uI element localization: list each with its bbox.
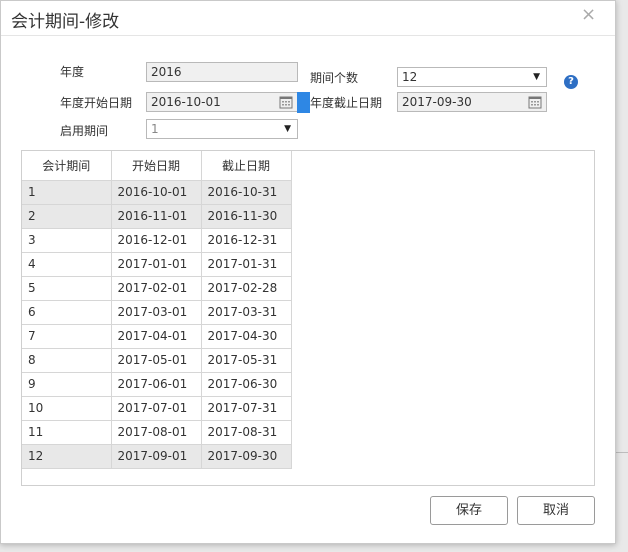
end-date-cell[interactable]: 2017-03-31 <box>200 299 292 325</box>
column-header-end-date[interactable]: 截止日期 <box>200 151 292 181</box>
period-count-value: 12 <box>402 70 418 84</box>
start-date-cell[interactable]: 2017-06-01 <box>110 371 202 397</box>
start-date-cell[interactable]: 2017-05-01 <box>110 347 202 373</box>
end-date-field[interactable]: 2017-09-30 <box>397 92 547 112</box>
start-date-cell[interactable]: 2016-11-01 <box>110 203 202 229</box>
period-grid: 会计期间 开始日期 截止日期 1 2016-10-01 2016-10-31 2 201… <box>21 150 595 486</box>
save-button[interactable]: 保存 <box>430 496 508 525</box>
end-date-cell[interactable]: 2017-05-31 <box>200 347 292 373</box>
enable-period-select[interactable]: 1 ▼ <box>146 119 298 139</box>
cancel-button[interactable]: 取消 <box>517 496 595 525</box>
close-icon[interactable]: × <box>581 4 596 26</box>
table-row[interactable]: 11 2017-08-01 2017-08-31 <box>22 419 292 445</box>
period-cell[interactable]: 3 <box>22 227 112 253</box>
period-cell[interactable]: 5 <box>22 275 112 301</box>
start-date-label: 年度开始日期 <box>60 96 133 110</box>
period-cell[interactable]: 1 <box>22 179 112 205</box>
year-value: 2016 <box>151 65 182 79</box>
table-row[interactable]: 7 2017-04-01 2017-04-30 <box>22 323 292 349</box>
period-cell[interactable]: 11 <box>22 419 112 445</box>
end-date-cell[interactable]: 2017-09-30 <box>200 443 292 469</box>
period-table: 会计期间 开始日期 截止日期 1 2016-10-01 2016-10-31 2 201… <box>22 151 292 469</box>
table-row[interactable]: 1 2016-10-01 2016-10-31 <box>22 179 292 205</box>
start-date-cell[interactable]: 2017-04-01 <box>110 323 202 349</box>
start-date-cell[interactable]: 2016-12-01 <box>110 227 202 253</box>
period-count-select[interactable]: 12 ▼ <box>397 67 547 87</box>
period-cell[interactable]: 10 <box>22 395 112 421</box>
column-header-period[interactable]: 会计期间 <box>22 151 112 181</box>
start-date-cell[interactable]: 2017-03-01 <box>110 299 202 325</box>
start-date-cell[interactable]: 2017-01-01 <box>110 251 202 277</box>
start-date-cell[interactable]: 2017-08-01 <box>110 419 202 445</box>
enable-period-label: 启用期间 <box>60 124 109 138</box>
period-cell[interactable]: 9 <box>22 371 112 397</box>
accounting-period-edit-dialog: 会计期间-修改 × 年度 2016 期间个数 12 ▼ ? 年度开始日期 201… <box>0 0 616 544</box>
end-date-cell[interactable]: 2016-10-31 <box>200 179 292 205</box>
end-date-cell[interactable]: 2016-12-31 <box>200 227 292 253</box>
period-cell[interactable]: 4 <box>22 251 112 277</box>
enable-period-value: 1 <box>151 122 159 136</box>
year-field[interactable]: 2016 <box>146 62 298 82</box>
column-header-start-date[interactable]: 开始日期 <box>110 151 202 181</box>
table-row[interactable]: 5 2017-02-01 2017-02-28 <box>22 275 292 301</box>
end-date-cell[interactable]: 2017-08-31 <box>200 419 292 445</box>
table-row[interactable]: 9 2017-06-01 2017-06-30 <box>22 371 292 397</box>
period-cell[interactable]: 8 <box>22 347 112 373</box>
end-date-cell[interactable]: 2017-01-31 <box>200 251 292 277</box>
start-date-cell[interactable]: 2017-09-01 <box>110 443 202 469</box>
end-date-cell[interactable]: 2016-11-30 <box>200 203 292 229</box>
end-date-cell[interactable]: 2017-02-28 <box>200 275 292 301</box>
period-count-label: 期间个数 <box>310 71 359 85</box>
period-cell[interactable]: 2 <box>22 203 112 229</box>
year-label: 年度 <box>60 65 85 79</box>
end-date-cell[interactable]: 2017-07-31 <box>200 395 292 421</box>
calendar-icon[interactable] <box>278 93 294 111</box>
start-date-value: 2016-10-01 <box>151 95 221 109</box>
period-cell[interactable]: 12 <box>22 443 112 469</box>
table-row[interactable]: 4 2017-01-01 2017-01-31 <box>22 251 292 277</box>
resize-handle[interactable] <box>297 92 310 113</box>
table-row[interactable]: 10 2017-07-01 2017-07-31 <box>22 395 292 421</box>
dialog-title: 会计期间-修改 <box>11 12 120 32</box>
dialog-titlebar: 会计期间-修改 × <box>1 1 615 36</box>
end-date-cell[interactable]: 2017-04-30 <box>200 323 292 349</box>
end-date-value: 2017-09-30 <box>402 95 472 109</box>
start-date-cell[interactable]: 2017-07-01 <box>110 395 202 421</box>
help-icon[interactable]: ? <box>564 75 578 89</box>
table-row[interactable]: 12 2017-09-01 2017-09-30 <box>22 443 292 469</box>
period-cell[interactable]: 7 <box>22 323 112 349</box>
table-row[interactable]: 2 2016-11-01 2016-11-30 <box>22 203 292 229</box>
table-row[interactable]: 8 2017-05-01 2017-05-31 <box>22 347 292 373</box>
table-row[interactable]: 6 2017-03-01 2017-03-31 <box>22 299 292 325</box>
chevron-down-icon: ▼ <box>284 124 291 134</box>
table-header-row: 会计期间 开始日期 截止日期 <box>22 151 292 181</box>
start-date-field[interactable]: 2016-10-01 <box>146 92 298 112</box>
start-date-cell[interactable]: 2016-10-01 <box>110 179 202 205</box>
end-date-label: 年度截止日期 <box>310 96 383 110</box>
start-date-cell[interactable]: 2017-02-01 <box>110 275 202 301</box>
end-date-cell[interactable]: 2017-06-30 <box>200 371 292 397</box>
chevron-down-icon: ▼ <box>533 72 540 82</box>
period-cell[interactable]: 6 <box>22 299 112 325</box>
table-row[interactable]: 3 2016-12-01 2016-12-31 <box>22 227 292 253</box>
calendar-icon[interactable] <box>527 93 543 111</box>
